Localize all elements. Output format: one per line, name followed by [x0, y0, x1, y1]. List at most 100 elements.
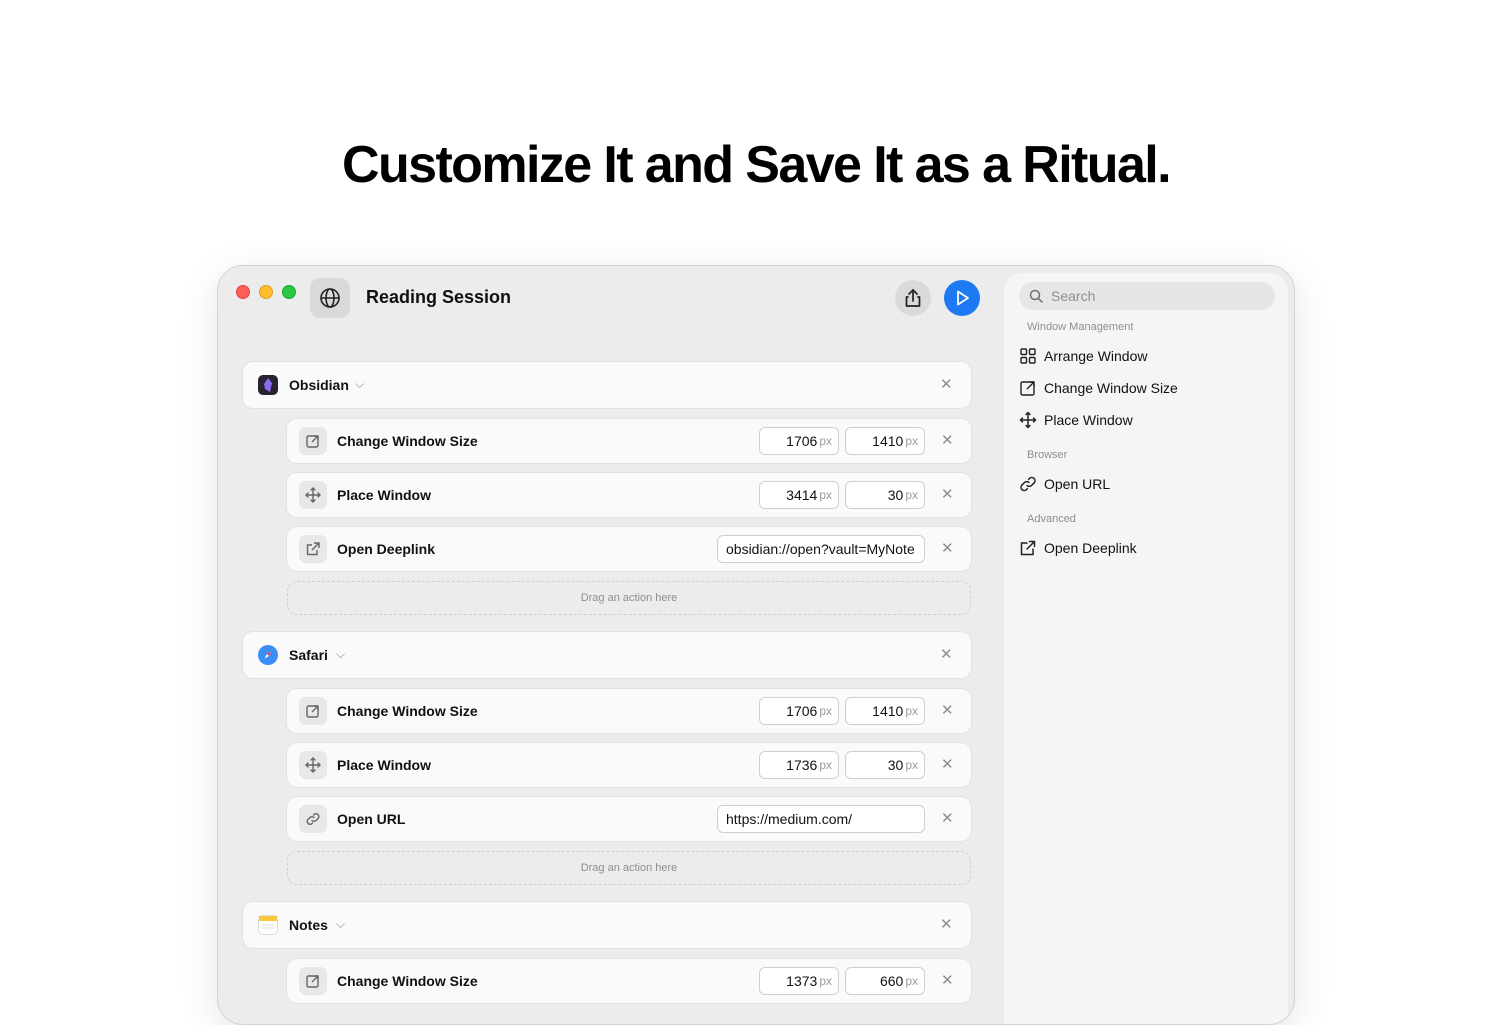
action-label: Open Deeplink: [337, 541, 436, 557]
search-input[interactable]: Search: [1019, 282, 1275, 310]
move-icon: [299, 481, 327, 509]
obsidian-icon: [258, 375, 278, 395]
y-value: 30: [887, 757, 904, 773]
remove-group-button[interactable]: ✕: [940, 647, 953, 662]
remove-action-button[interactable]: ✕: [941, 757, 954, 772]
app-group-notes[interactable]: Notes ⌵ ✕: [243, 902, 971, 948]
unit-label: px: [905, 434, 918, 448]
section-title: Browser: [1027, 449, 1068, 461]
action-drop-zone[interactable]: Drag an action here: [287, 851, 971, 885]
library-item-arrange-window[interactable]: Arrange Window: [1019, 344, 1275, 368]
link-icon: [299, 805, 327, 833]
remove-action-button[interactable]: ✕: [941, 973, 954, 988]
height-value: 660: [879, 973, 904, 989]
action-row[interactable]: Open URL https://medium.com/ ✕: [287, 797, 971, 841]
library-item-place-window[interactable]: Place Window: [1019, 408, 1275, 432]
safari-icon: [258, 645, 278, 665]
library-item-label: Place Window: [1044, 412, 1133, 428]
height-input[interactable]: 1410 px: [845, 697, 925, 725]
width-value: 1706: [786, 433, 818, 449]
ritual-editor: Obsidian ⌵ ✕ Change Window Size 1706 px 1…: [218, 266, 1003, 1024]
search-placeholder: Search: [1051, 288, 1096, 304]
unit-label: px: [819, 488, 832, 502]
section-title: Window Management: [1027, 321, 1134, 333]
unit-label: px: [819, 434, 832, 448]
remove-action-button[interactable]: ✕: [941, 541, 954, 556]
width-value: 1373: [786, 973, 818, 989]
library-item-change-window-size[interactable]: Change Window Size: [1019, 376, 1275, 400]
remove-group-button[interactable]: ✕: [940, 917, 953, 932]
search-icon: [1029, 289, 1043, 303]
url-input[interactable]: https://medium.com/: [717, 805, 925, 833]
external-link-icon: [1020, 540, 1036, 556]
unit-label: px: [905, 974, 918, 988]
page-headline: Customize It and Save It as a Ritual.: [342, 136, 1172, 194]
action-label: Change Window Size: [337, 973, 478, 989]
unit-label: px: [819, 758, 832, 772]
action-row[interactable]: Place Window 3414 px 30 px ✕: [287, 473, 971, 517]
notes-icon: [258, 915, 278, 935]
link-icon: [1020, 476, 1036, 492]
x-position-input[interactable]: 1736 px: [759, 751, 839, 779]
grid-icon: [1020, 348, 1036, 364]
app-group-label: Notes: [289, 917, 328, 933]
action-label: Change Window Size: [337, 433, 478, 449]
app-window: Reading Session Obsidian ⌵ ✕ Change Wind…: [217, 265, 1295, 1025]
unit-label: px: [819, 974, 832, 988]
remove-action-button[interactable]: ✕: [941, 487, 954, 502]
library-item-label: Change Window Size: [1044, 380, 1178, 396]
height-input[interactable]: 660 px: [845, 967, 925, 995]
external-link-icon: [299, 535, 327, 563]
width-value: 1706: [786, 703, 818, 719]
section-title: Advanced: [1027, 513, 1076, 525]
app-group-label: Safari: [289, 647, 328, 663]
y-position-input[interactable]: 30 px: [845, 751, 925, 779]
resize-icon: [299, 697, 327, 725]
chevron-down-icon[interactable]: ⌵: [336, 647, 345, 662]
deeplink-input[interactable]: obsidian://open?vault=MyNote: [717, 535, 925, 563]
action-label: Change Window Size: [337, 703, 478, 719]
unit-label: px: [905, 704, 918, 718]
remove-action-button[interactable]: ✕: [941, 811, 954, 826]
x-value: 3414: [786, 487, 818, 503]
width-input[interactable]: 1706 px: [759, 697, 839, 725]
action-row[interactable]: Place Window 1736 px 30 px ✕: [287, 743, 971, 787]
height-value: 1410: [872, 703, 904, 719]
resize-icon: [299, 427, 327, 455]
action-label: Place Window: [337, 487, 432, 503]
height-value: 1410: [872, 433, 904, 449]
move-icon: [299, 751, 327, 779]
unit-label: px: [819, 704, 832, 718]
action-row[interactable]: Open Deeplink obsidian://open?vault=MyNo…: [287, 527, 971, 571]
action-row[interactable]: Change Window Size 1373 px 660 px ✕: [287, 959, 971, 1003]
width-input[interactable]: 1706 px: [759, 427, 839, 455]
remove-group-button[interactable]: ✕: [940, 377, 953, 392]
y-value: 30: [887, 487, 904, 503]
resize-icon: [1020, 381, 1035, 396]
library-item-open-deeplink[interactable]: Open Deeplink: [1019, 536, 1275, 560]
width-input[interactable]: 1373 px: [759, 967, 839, 995]
action-drop-zone[interactable]: Drag an action here: [287, 581, 971, 615]
action-label: Place Window: [337, 757, 432, 773]
library-item-label: Open URL: [1044, 476, 1111, 492]
action-row[interactable]: Change Window Size 1706 px 1410 px ✕: [287, 689, 971, 733]
height-input[interactable]: 1410 px: [845, 427, 925, 455]
y-position-input[interactable]: 30 px: [845, 481, 925, 509]
app-group-label: Obsidian: [289, 377, 349, 393]
chevron-down-icon[interactable]: ⌵: [355, 377, 364, 392]
library-item-label: Arrange Window: [1044, 348, 1148, 364]
chevron-down-icon[interactable]: ⌵: [336, 917, 345, 932]
move-icon: [1019, 411, 1037, 429]
action-row[interactable]: Change Window Size 1706 px 1410 px ✕: [287, 419, 971, 463]
unit-label: px: [905, 758, 918, 772]
library-item-open-url[interactable]: Open URL: [1019, 472, 1275, 496]
remove-action-button[interactable]: ✕: [941, 433, 954, 448]
unit-label: px: [905, 488, 918, 502]
remove-action-button[interactable]: ✕: [941, 703, 954, 718]
app-group-safari[interactable]: Safari ⌵ ✕: [243, 632, 971, 678]
x-position-input[interactable]: 3414 px: [759, 481, 839, 509]
app-group-obsidian[interactable]: Obsidian ⌵ ✕: [243, 362, 971, 408]
action-label: Open URL: [337, 811, 406, 827]
library-item-label: Open Deeplink: [1044, 540, 1137, 556]
resize-icon: [299, 967, 327, 995]
